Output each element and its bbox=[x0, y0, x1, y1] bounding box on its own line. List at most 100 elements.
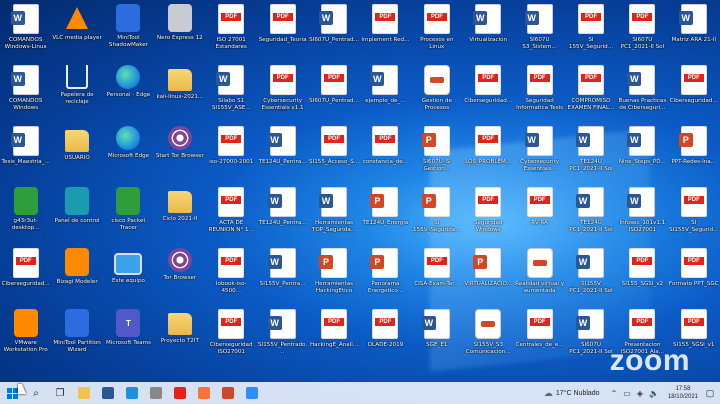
desktop-icon[interactable]: MiniTool ShadowMaker bbox=[103, 0, 154, 61]
desktop-icon[interactable]: Este equipo bbox=[103, 244, 154, 305]
desktop-icon[interactable]: SGE_E1 bbox=[411, 305, 462, 366]
desktop-icon[interactable]: Herramientas HackingEtico bbox=[308, 244, 359, 305]
desktop-icon[interactable]: Formato PPT_SGC bbox=[668, 244, 719, 305]
desktop-icon[interactable]: Cybersecurity Essentials v1.1 SP bbox=[257, 61, 308, 122]
desktop-icon[interactable]: Panorama Energetico... bbox=[360, 244, 411, 305]
desktop-icon[interactable]: Microsoft Edge bbox=[103, 122, 154, 183]
desktop-icon[interactable]: Tesis_Maestria_... bbox=[0, 122, 51, 183]
firefox-taskbar-button[interactable] bbox=[194, 384, 214, 402]
desktop-icon[interactable]: Centrales_de_e... bbox=[514, 305, 565, 366]
desktop-icon[interactable]: Implement Red... bbox=[360, 0, 411, 61]
office-taskbar-button[interactable] bbox=[170, 384, 190, 402]
desktop-icon[interactable]: Virtualización bbox=[463, 0, 514, 61]
desktop-icon[interactable]: Tor Browser bbox=[154, 244, 205, 305]
volume-icon[interactable]: 🔈 bbox=[649, 389, 659, 398]
search-button[interactable]: ⌕ bbox=[26, 384, 46, 402]
desktop-icon[interactable]: VMware Workstation Pro bbox=[0, 305, 51, 366]
desktop-icon[interactable]: MiniTool Partition Wizard bbox=[51, 305, 102, 366]
desktop-icon[interactable]: SI155V_S3 Comunicacion... bbox=[463, 305, 514, 366]
desktop-icon[interactable]: SI SI155V_Segurid... bbox=[668, 183, 719, 244]
desktop-icon-label: SI155V PC1_2021-II Sol bbox=[569, 281, 613, 294]
desktop-icon-label: VMware Workstation Pro bbox=[3, 340, 48, 353]
desktop-icon[interactable]: Silabo S1 SI155V_ASE... bbox=[206, 61, 257, 122]
desktop-icon[interactable]: Seguridad Windows bbox=[463, 183, 514, 244]
powerpoint-taskbar-button[interactable] bbox=[218, 384, 238, 402]
desktop-icon[interactable]: Ciclo 2021-II bbox=[154, 183, 205, 244]
desktop-icon[interactable]: OLADE-2019 bbox=[360, 305, 411, 366]
weather-widget[interactable]: ☁ 17°C Nublado bbox=[544, 388, 600, 399]
desktop-icon[interactable]: SI155_Acceso_S... bbox=[308, 122, 359, 183]
desktop-icon[interactable]: SI607U_Pentrad... bbox=[308, 0, 359, 61]
desktop-icon[interactable]: TE124U_Pentra... bbox=[257, 183, 308, 244]
desktop-icon[interactable]: Gestion de Procesos bbox=[411, 61, 462, 122]
word-taskbar-button[interactable] bbox=[98, 384, 118, 402]
desktop-icon[interactable]: cisco Packet Tracer bbox=[103, 183, 154, 244]
desktop-icon[interactable]: ejemplo_de_... bbox=[360, 61, 411, 122]
desktop-icon[interactable]: constancia_de... bbox=[360, 122, 411, 183]
desktop-icon[interactable]: g43r3ut-desktop... bbox=[0, 183, 51, 244]
zoom-taskbar-button[interactable] bbox=[242, 384, 262, 402]
desktop-icon[interactable]: Ciberseguridad... bbox=[668, 61, 719, 122]
desktop-icon[interactable]: T Microsoft Teams bbox=[103, 305, 154, 366]
edge-taskbar-button[interactable] bbox=[122, 384, 142, 402]
desktop-icon[interactable]: Procesos en Linux bbox=[411, 0, 462, 61]
desktop-icon[interactable]: TE124U PC1_2021-II Sol bbox=[565, 122, 616, 183]
desktop-icon[interactable]: TE124U PC1_2021-II Sol bbox=[565, 183, 616, 244]
desktop-icon[interactable]: SI 155V_Segurid... bbox=[565, 0, 616, 61]
desktop-icon[interactable]: kali-linux-2021... bbox=[154, 61, 205, 122]
desktop-icon[interactable]: Iobook-iso-4500... bbox=[206, 244, 257, 305]
task-view-button[interactable]: ❐ bbox=[50, 384, 70, 402]
desktop-icon[interactable]: Nero Express 12 bbox=[154, 0, 205, 61]
desktop-icon[interactable]: HackingE_Anali... bbox=[308, 305, 359, 366]
desktop-icon[interactable]: ACTA DE REUNION N° 1... bbox=[206, 183, 257, 244]
desktop-icon[interactable]: COMPROMISO EXAMEN FINAL... bbox=[565, 61, 616, 122]
desktop-icon[interactable]: Seguridad_Teoria bbox=[257, 0, 308, 61]
desktop-icon[interactable]: Personal - Edge bbox=[103, 61, 154, 122]
desktop-icon[interactable]: SI607U S3_Sistem... bbox=[514, 0, 565, 61]
desktop-icon[interactable]: Ciberseguridad ISO27001 bbox=[206, 305, 257, 366]
desktop-icon[interactable]: Buenas Practicas de Ciberseguri... bbox=[617, 61, 668, 122]
desktop-icon[interactable]: ISO 27001 Estandares bbox=[206, 0, 257, 61]
desktop-icon[interactable]: COMANDOS Windows bbox=[0, 61, 51, 122]
desktop-icon[interactable]: CISA-Exam-Ter... bbox=[411, 244, 462, 305]
notification-icon[interactable]: ▢ bbox=[704, 387, 716, 399]
desktop-icon[interactable]: Ciberseguridad... bbox=[0, 244, 51, 305]
desktop-icon[interactable]: VLC media player bbox=[51, 0, 102, 61]
battery-icon[interactable]: ▭ bbox=[623, 389, 631, 398]
desktop-icon[interactable]: Proyecto T2IT bbox=[154, 305, 205, 366]
desktop-icon[interactable]: LOS_PROBLEM... bbox=[463, 122, 514, 183]
desktop-icon[interactable]: PPT-Redes-Ina... bbox=[668, 122, 719, 183]
desktop-icon[interactable]: Start Tor Browser bbox=[154, 122, 205, 183]
desktop-icon[interactable]: SI607U_SI Gestion... bbox=[411, 122, 462, 183]
desktop-icon[interactable]: Realidad virtual y aumentada bbox=[514, 244, 565, 305]
desktop-icon[interactable]: Seguridad Informatica Tesis bbox=[514, 61, 565, 122]
desktop-icon[interactable]: SI155_SGSI_v2 bbox=[617, 244, 668, 305]
file-explorer-taskbar-button[interactable] bbox=[74, 384, 94, 402]
desktop-icon[interactable]: SI607U PC1_2021-II Sol bbox=[617, 0, 668, 61]
desktop-icon[interactable]: TE124U_Energia bbox=[360, 183, 411, 244]
desktop-icon[interactable]: Bizagi Modeler bbox=[51, 244, 102, 305]
chevron-up-icon[interactable]: ⌃ bbox=[611, 389, 618, 398]
clock[interactable]: 17:58 18/10/2021 bbox=[668, 385, 698, 401]
desktop-icon[interactable]: Matriz ARA 21-II bbox=[668, 0, 719, 61]
desktop-icon[interactable]: SI155V PC1_2021-II Sol bbox=[565, 244, 616, 305]
desktop-icon[interactable]: USUARIO bbox=[51, 122, 102, 183]
desktop-icon[interactable]: RV-RA bbox=[514, 183, 565, 244]
network-icon[interactable]: ◈ bbox=[637, 389, 643, 398]
desktop-icon[interactable]: SI 155V_Segurida... bbox=[411, 183, 462, 244]
desktop-icon[interactable]: Ciberseguridad... bbox=[463, 61, 514, 122]
desktop-icon[interactable]: COMANDOS Windows-Linux bbox=[0, 0, 51, 61]
desktop-icon[interactable]: SI155V_Pentra... bbox=[257, 244, 308, 305]
desktop-icon[interactable]: Papelera de reciclaje bbox=[51, 61, 102, 122]
desktop-icon[interactable]: Cybersecurity Essentials - COR... bbox=[514, 122, 565, 183]
desktop-icon[interactable]: SI607U_Pentrad... bbox=[308, 61, 359, 122]
desktop-icon[interactable]: Herramientas TOP_Segurida... bbox=[308, 183, 359, 244]
desktop-icon[interactable]: TE124U_Pentra... bbox=[257, 122, 308, 183]
desktop-icon[interactable]: Nine_Steps_PD... bbox=[617, 122, 668, 183]
desktop-icon[interactable]: VIRTUALIZACIO... bbox=[463, 244, 514, 305]
desktop-icon[interactable]: iso-27000-2001 bbox=[206, 122, 257, 183]
desktop-icon[interactable]: Panel de control bbox=[51, 183, 102, 244]
store-taskbar-button[interactable] bbox=[146, 384, 166, 402]
desktop-icon[interactable]: Infosec_101v1.1 ISO27001 bbox=[617, 183, 668, 244]
desktop-icon[interactable]: SI155V_Pentrado... bbox=[257, 305, 308, 366]
